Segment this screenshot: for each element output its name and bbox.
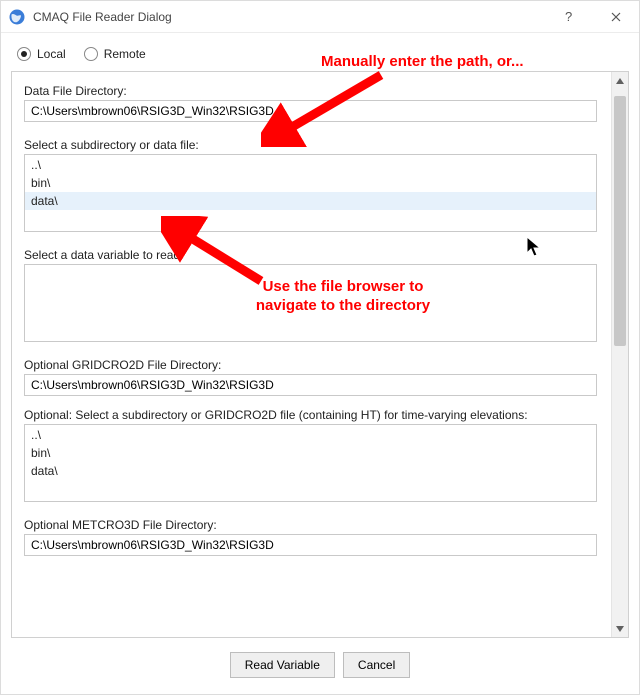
label-select-sub: Select a subdirectory or data file: [24, 138, 597, 152]
list-variable[interactable] [24, 264, 597, 342]
input-met-dir[interactable] [24, 534, 597, 556]
button-row: Read Variable Cancel [11, 638, 629, 694]
read-variable-button[interactable]: Read Variable [230, 652, 335, 678]
label-grid-dir: Optional GRIDCRO2D File Directory: [24, 358, 597, 372]
scroll-thumb[interactable] [614, 96, 626, 346]
panel-content: Data File Directory: Select a subdirecto… [12, 72, 611, 637]
label-grid-sub: Optional: Select a subdirectory or GRIDC… [24, 408, 597, 422]
radio-dot-icon [84, 47, 98, 61]
window-title: CMAQ File Reader Dialog [33, 10, 547, 24]
svg-text:?: ? [565, 10, 572, 23]
radio-remote[interactable]: Remote [84, 47, 146, 61]
radio-local[interactable]: Local [17, 47, 66, 61]
label-data-dir: Data File Directory: [24, 84, 597, 98]
label-met-dir: Optional METCRO3D File Directory: [24, 518, 597, 532]
titlebar: CMAQ File Reader Dialog ? [1, 1, 639, 33]
scroll-down-icon[interactable] [612, 620, 628, 637]
help-button[interactable]: ? [547, 1, 593, 32]
close-button[interactable] [593, 1, 639, 32]
dialog-window: CMAQ File Reader Dialog ? Local Remote D… [0, 0, 640, 695]
radio-remote-label: Remote [104, 47, 146, 61]
input-data-dir[interactable] [24, 100, 597, 122]
list-item[interactable]: bin\ [25, 174, 596, 192]
dialog-body: Local Remote Data File Directory: Select… [1, 33, 639, 694]
radio-dot-icon [17, 47, 31, 61]
list-grid-subdirectory[interactable]: ..\ bin\ data\ [24, 424, 597, 502]
main-panel: Data File Directory: Select a subdirecto… [11, 71, 629, 638]
cancel-button[interactable]: Cancel [343, 652, 410, 678]
radio-local-label: Local [37, 47, 66, 61]
window-buttons: ? [547, 1, 639, 32]
list-item[interactable]: ..\ [25, 426, 596, 444]
label-select-var: Select a data variable to read: [24, 248, 597, 262]
globe-icon [9, 9, 25, 25]
input-grid-dir[interactable] [24, 374, 597, 396]
source-selector: Local Remote [11, 43, 629, 71]
list-item[interactable]: data\ [25, 192, 596, 210]
list-item[interactable]: data\ [25, 462, 596, 480]
scrollbar[interactable] [611, 72, 628, 637]
scroll-up-icon[interactable] [612, 72, 628, 89]
list-subdirectory[interactable]: ..\ bin\ data\ [24, 154, 597, 232]
list-item[interactable]: ..\ [25, 156, 596, 174]
list-item[interactable]: bin\ [25, 444, 596, 462]
